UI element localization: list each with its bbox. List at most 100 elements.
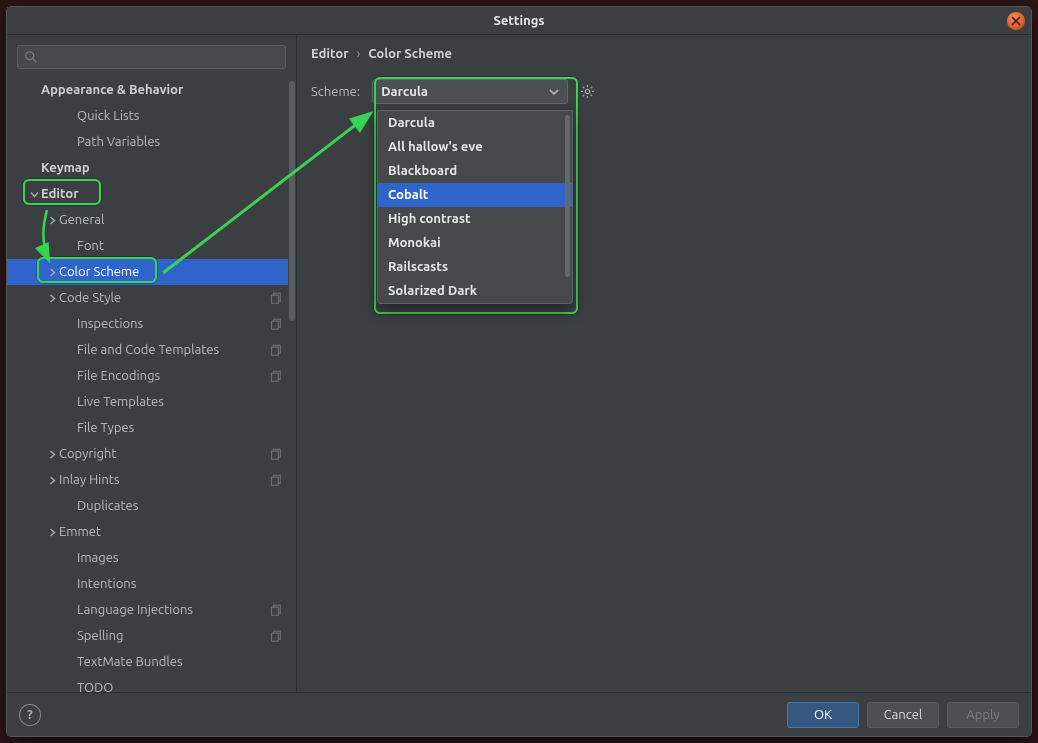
tree-arrow-icon <box>45 294 59 303</box>
main-panel: Editor › Color Scheme Scheme: Darcula Da… <box>297 35 1031 692</box>
tree-item[interactable]: Copyright <box>7 441 296 467</box>
tree-item[interactable]: Font <box>7 233 296 259</box>
scope-icon <box>270 604 282 616</box>
scope-icon <box>270 370 282 382</box>
tree-item[interactable]: Path Variables <box>7 129 296 155</box>
scheme-option-label: High contrast <box>388 212 471 226</box>
close-button[interactable] <box>1007 12 1025 30</box>
tree-arrow-icon <box>45 528 59 537</box>
tree-item[interactable]: TODO <box>7 675 296 692</box>
chevron-down-icon <box>549 87 559 97</box>
tree-item-label: TODO <box>77 681 113 692</box>
tree-item-label: Appearance & Behavior <box>41 83 183 97</box>
tree-item[interactable]: Intentions <box>7 571 296 597</box>
scheme-option[interactable]: Darcula <box>378 111 572 135</box>
tree-item[interactable]: Inlay Hints <box>7 467 296 493</box>
sidebar-search[interactable] <box>17 45 286 69</box>
breadcrumb: Editor › Color Scheme <box>297 35 1031 69</box>
apply-button[interactable]: Apply <box>947 702 1019 728</box>
tree-item-label: File and Code Templates <box>77 343 219 357</box>
scheme-option[interactable]: High contrast <box>378 207 572 231</box>
tree-item-label: General <box>59 213 104 227</box>
scheme-option-label: Darcula <box>388 116 435 130</box>
scheme-option-label: Blackboard <box>388 164 457 178</box>
tree-item[interactable]: Images <box>7 545 296 571</box>
tree-item-label: Inspections <box>77 317 143 331</box>
scheme-selected-value: Darcula <box>381 85 428 99</box>
tree-item-label: Inlay Hints <box>59 473 120 487</box>
window-title: Settings <box>493 14 544 28</box>
scheme-row: Scheme: Darcula <box>297 69 1031 114</box>
tree-item[interactable]: Emmet <box>7 519 296 545</box>
dropdown-scrollbar[interactable] <box>565 115 570 277</box>
tree-item[interactable]: Editor <box>7 181 296 207</box>
tree-item[interactable]: Spelling <box>7 623 296 649</box>
scheme-label: Scheme: <box>311 85 360 99</box>
search-icon <box>24 50 38 64</box>
scheme-option-label: All hallow's eve <box>388 140 483 154</box>
scope-icon <box>270 318 282 330</box>
tree-item[interactable]: Live Templates <box>7 389 296 415</box>
tree-item[interactable]: General <box>7 207 296 233</box>
sidebar-search-input[interactable] <box>42 50 279 64</box>
scope-icon <box>270 344 282 356</box>
tree-item[interactable]: Language Injections <box>7 597 296 623</box>
tree-item[interactable]: File and Code Templates <box>7 337 296 363</box>
tree-item-label: Live Templates <box>77 395 164 409</box>
tree-item-label: Intentions <box>77 577 136 591</box>
sidebar: Appearance & Behavior Quick Lists Path Var… <box>7 35 297 692</box>
settings-tree[interactable]: Appearance & Behavior Quick Lists Path Var… <box>7 75 296 692</box>
cancel-button[interactable]: Cancel <box>867 702 939 728</box>
tree-item[interactable]: File Types <box>7 415 296 441</box>
scheme-option[interactable]: Monokai <box>378 231 572 255</box>
tree-item-label: Emmet <box>59 525 101 539</box>
tree-arrow-icon <box>45 216 59 225</box>
tree-item-label: Font <box>77 239 104 253</box>
tree-item[interactable]: Color Scheme <box>7 259 296 285</box>
tree-item[interactable]: File Encodings <box>7 363 296 389</box>
help-button[interactable]: ? <box>19 704 41 726</box>
tree-item[interactable]: Appearance & Behavior <box>7 77 296 103</box>
chevron-right-icon: › <box>357 47 361 61</box>
sidebar-scrollbar[interactable] <box>288 75 296 692</box>
tree-item[interactable]: TextMate Bundles <box>7 649 296 675</box>
scheme-settings-button[interactable] <box>580 84 595 99</box>
ok-button[interactable]: OK <box>787 702 859 728</box>
scheme-option[interactable]: All hallow's eve <box>378 135 572 159</box>
tree-item-label: Color Scheme <box>59 265 139 279</box>
tree-item-label: File Encodings <box>77 369 160 383</box>
tree-item[interactable]: Keymap <box>7 155 296 181</box>
tree-item[interactable]: Code Style <box>7 285 296 311</box>
tree-item-label: Quick Lists <box>77 109 139 123</box>
tree-item[interactable]: Duplicates <box>7 493 296 519</box>
tree-item-label: Code Style <box>59 291 121 305</box>
tree-item-label: Language Injections <box>77 603 193 617</box>
breadcrumb-current: Color Scheme <box>368 47 452 61</box>
tree-item-label: Path Variables <box>77 135 160 149</box>
scope-icon <box>270 448 282 460</box>
scope-icon <box>270 630 282 642</box>
breadcrumb-parent[interactable]: Editor <box>311 47 349 61</box>
scheme-option[interactable]: Solarized Dark <box>378 279 572 303</box>
scheme-option[interactable]: Railscasts <box>378 255 572 279</box>
tree-item-label: TextMate Bundles <box>77 655 183 669</box>
scheme-select[interactable]: Darcula <box>372 79 568 104</box>
tree-item[interactable]: Quick Lists <box>7 103 296 129</box>
scheme-dropdown[interactable]: Darcula All hallow's eve Blackboard Cobalt H… <box>377 110 573 304</box>
scope-icon <box>270 292 282 304</box>
sidebar-scrollbar-thumb[interactable] <box>289 81 295 321</box>
tree-arrow-icon <box>45 476 59 485</box>
tree-arrow-icon <box>27 190 41 199</box>
tree-item-label: Keymap <box>41 161 90 175</box>
tree-item-label: File Types <box>77 421 134 435</box>
close-icon <box>1011 16 1021 26</box>
scheme-option[interactable]: Cobalt <box>378 183 572 207</box>
scheme-option-label: Cobalt <box>388 188 428 202</box>
titlebar: Settings <box>7 7 1031 35</box>
tree-arrow-icon <box>45 450 59 459</box>
scheme-option-label: Railscasts <box>388 260 448 274</box>
scheme-option[interactable]: Blackboard <box>378 159 572 183</box>
dialog-body: Appearance & Behavior Quick Lists Path Var… <box>7 35 1031 692</box>
tree-item[interactable]: Inspections <box>7 311 296 337</box>
gear-icon <box>580 84 595 99</box>
